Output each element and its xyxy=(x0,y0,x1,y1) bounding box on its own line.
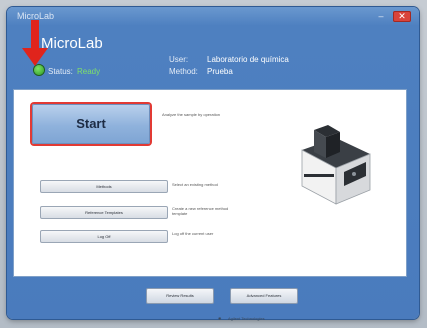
methods-button[interactable]: Methods xyxy=(40,180,168,193)
app-header: MicroLab Status: Ready User: Laboratorio… xyxy=(7,7,419,87)
status-value: Ready xyxy=(77,67,101,76)
app-title: MicroLab xyxy=(41,35,103,52)
advanced-features-button[interactable]: Advanced Features xyxy=(230,288,298,304)
log-off-button[interactable]: Log Off xyxy=(40,230,168,243)
status-indicator-icon xyxy=(34,65,44,75)
review-results-button[interactable]: Review Results xyxy=(146,288,214,304)
instrument-image xyxy=(301,125,371,205)
method-label: Method: xyxy=(169,67,198,76)
methods-description: Select an existing method xyxy=(172,182,218,187)
user-value: Laboratorio de química xyxy=(207,55,289,64)
footer-brand: Agilent Technologies xyxy=(228,316,265,321)
main-panel: Start Analyze the sample by operation Me… xyxy=(13,89,407,277)
status-label: Status: xyxy=(48,67,73,76)
method-value: Prueba xyxy=(207,67,233,76)
reference-templates-description: Create a new reference method template xyxy=(172,206,229,216)
start-description: Analyze the sample by operation xyxy=(162,112,221,117)
reference-templates-button[interactable]: Reference Templates xyxy=(40,206,168,219)
start-button[interactable]: Start xyxy=(32,104,150,144)
log-off-description: Log off the current user xyxy=(172,231,214,236)
user-label: User: xyxy=(169,55,189,64)
arrow-down-icon xyxy=(22,20,48,66)
agilent-logo-icon: ✺ xyxy=(218,316,222,321)
